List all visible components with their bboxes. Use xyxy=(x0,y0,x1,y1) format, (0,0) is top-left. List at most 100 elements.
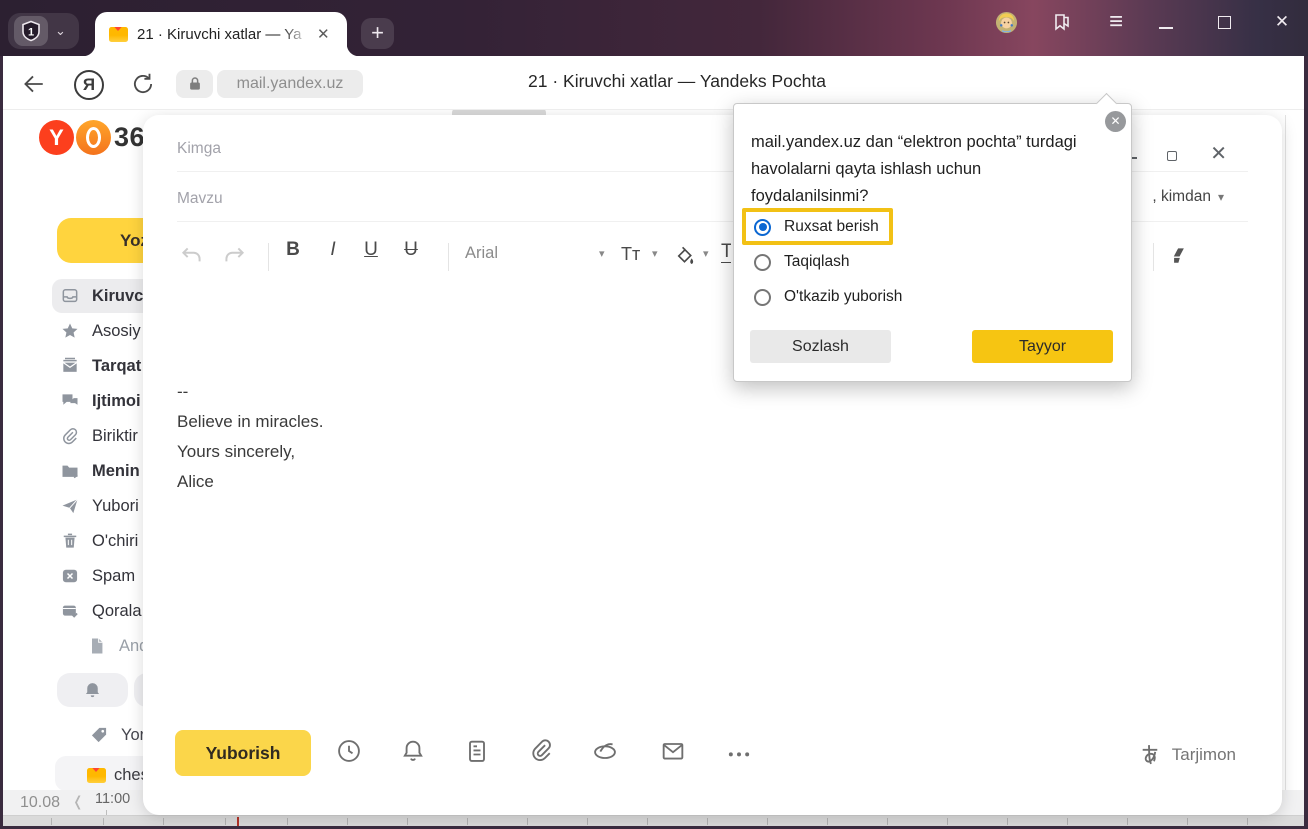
protocol-permission-dialog: ✕ mail.yandex.uz dan “elektron pochta” t… xyxy=(733,103,1132,382)
yandex-mail-favicon xyxy=(109,27,128,42)
tab-count-shield[interactable]: 1 xyxy=(14,16,48,46)
bold-button[interactable]: B xyxy=(278,239,308,261)
yandex-services-button[interactable]: Я xyxy=(74,70,104,100)
tab-bar: 1 ⌄ 21 · Kiruvchi xatlar — Ya ✕ + xyxy=(0,0,1308,56)
radio-option-block[interactable]: Taqiqlash xyxy=(754,250,850,274)
arrow-left-icon xyxy=(20,71,46,97)
font-family-chevron-icon[interactable]: ▾ xyxy=(599,247,605,260)
window-close-button[interactable]: ✕ xyxy=(1272,0,1292,44)
drafts-icon xyxy=(60,601,80,621)
redo-icon xyxy=(221,243,247,269)
dialog-done-button[interactable]: Tayyor xyxy=(972,330,1113,363)
paperclip-icon xyxy=(527,737,555,765)
yandex-mail-logo-o-icon xyxy=(76,120,111,155)
body-line[interactable]: Yours sincerely, xyxy=(177,437,295,467)
tab-counter-chevron-icon[interactable]: ⌄ xyxy=(48,23,73,39)
sidebar-item-trash[interactable]: O'chiri xyxy=(52,524,138,558)
window-border xyxy=(1304,56,1308,829)
reminder-button[interactable] xyxy=(399,737,429,767)
ellipsis-icon xyxy=(725,745,753,773)
sidebar-item-social[interactable]: Ijtimoi xyxy=(52,384,141,418)
active-tab[interactable]: 21 · Kiruvchi xatlar — Ya ✕ xyxy=(95,12,347,56)
tab-counter[interactable]: 1 ⌄ xyxy=(8,13,79,49)
site-security-badge[interactable] xyxy=(176,70,213,98)
tab-title: 21 · Kiruvchi xatlar — Ya xyxy=(137,26,315,43)
notifications-button[interactable] xyxy=(57,673,128,707)
fill-color-chevron-icon[interactable]: ▾ xyxy=(703,247,709,260)
timeline-scale[interactable] xyxy=(3,815,1304,826)
text-color-button[interactable]: T xyxy=(721,241,731,263)
compose-expand-button[interactable] xyxy=(1167,151,1177,161)
send-button[interactable]: Yuborish xyxy=(175,730,311,776)
back-button[interactable] xyxy=(20,71,46,97)
page-scrollbar[interactable] xyxy=(1285,115,1286,790)
italic-button[interactable]: I xyxy=(318,239,348,261)
sidebar-item-template[interactable]: And xyxy=(79,629,148,663)
refresh-button[interactable] xyxy=(130,71,156,97)
fill-color-button[interactable] xyxy=(673,244,696,267)
sidebar-item-newsletters[interactable]: Tarqat xyxy=(52,349,141,383)
yandex-mail-account-icon xyxy=(87,768,106,783)
timeline-date: 10.08 xyxy=(20,794,60,812)
undo-button[interactable] xyxy=(179,243,205,269)
body-line[interactable]: Alice xyxy=(177,467,214,497)
sidebar-item-drafts[interactable]: Qorala xyxy=(52,594,142,628)
tab-close-icon[interactable]: ✕ xyxy=(317,25,330,43)
sidebar-item-primary[interactable]: Asosiy xyxy=(52,314,141,348)
compose-close-button[interactable]: ✕ xyxy=(1210,141,1227,166)
page-title: 21 · Kiruvchi xatlar — Yandeks Pochta xyxy=(454,71,900,92)
subject-field[interactable]: Mavzu xyxy=(177,190,223,208)
bookmarks-collections-icon[interactable] xyxy=(1048,0,1076,44)
clear-formatting-button[interactable] xyxy=(1169,244,1192,267)
yandex-disk-icon xyxy=(591,737,619,765)
annotation-highlight-box xyxy=(742,208,893,245)
inbox-icon xyxy=(60,286,80,306)
profile-avatar[interactable] xyxy=(994,0,1018,44)
attach-from-disk-button[interactable] xyxy=(591,737,621,767)
timeline-back-chevron-icon[interactable]: ❬ xyxy=(72,793,84,810)
window-minimize-button[interactable] xyxy=(1156,0,1176,44)
note-icon xyxy=(463,737,491,765)
sidebar-item-labels[interactable]: Yorl xyxy=(81,718,149,752)
sidebar-item-sent[interactable]: Yubori xyxy=(52,489,139,523)
schedule-send-button[interactable] xyxy=(335,737,365,767)
font-size-select[interactable]: Tт xyxy=(621,244,640,265)
new-tab-button[interactable]: + xyxy=(361,18,394,49)
body-line[interactable]: Believe in miracles. xyxy=(177,407,323,437)
radio-option-skip[interactable]: O'tkazib yuborish xyxy=(754,285,902,309)
window-border xyxy=(0,56,3,829)
sidebar-item-attachments[interactable]: Biriktir xyxy=(52,419,138,453)
paint-bucket-icon xyxy=(673,244,696,267)
font-size-chevron-icon[interactable]: ▾ xyxy=(652,247,658,260)
underline-button[interactable]: U xyxy=(356,239,386,261)
translator-button[interactable]: Tarjimon xyxy=(1138,742,1236,767)
radio-icon[interactable] xyxy=(754,254,771,271)
spam-icon xyxy=(60,566,80,586)
star-icon xyxy=(60,321,80,341)
yandex-mail-logo-y[interactable]: Y xyxy=(39,120,74,155)
more-options-button[interactable] xyxy=(725,745,755,775)
dialog-settings-button[interactable]: Sozlash xyxy=(750,330,891,363)
mailing-icon xyxy=(60,356,80,376)
browser-window: 1 ⌄ 21 · Kiruvchi xatlar — Ya ✕ + xyxy=(0,0,1308,829)
tag-icon xyxy=(89,725,109,745)
sidebar-item-spam[interactable]: Spam xyxy=(52,559,135,593)
attach-file-button[interactable] xyxy=(527,737,557,767)
dialog-close-button[interactable]: ✕ xyxy=(1105,111,1126,132)
translator-icon xyxy=(1138,742,1163,767)
address-bar[interactable]: mail.yandex.uz xyxy=(217,70,363,98)
sidebar-item-inbox[interactable]: Kiruvc xyxy=(52,279,143,313)
to-field[interactable]: Kimga xyxy=(177,140,221,158)
lock-icon xyxy=(186,75,204,93)
browser-menu-icon[interactable]: ≡ xyxy=(1104,0,1128,44)
templates-button[interactable] xyxy=(463,737,493,767)
redo-button[interactable] xyxy=(221,243,247,269)
postcards-button[interactable] xyxy=(659,737,689,767)
strikethrough-button[interactable]: U xyxy=(396,239,426,261)
font-family-select[interactable]: Arial xyxy=(465,244,498,263)
translator-label: Tarjimon xyxy=(1172,745,1236,765)
sidebar-item-my-folders[interactable]: Menin xyxy=(52,454,140,488)
cc-from-toggle[interactable]: , kimdan▾ xyxy=(1152,188,1224,206)
radio-icon[interactable] xyxy=(754,289,771,306)
window-maximize-button[interactable] xyxy=(1215,0,1233,44)
